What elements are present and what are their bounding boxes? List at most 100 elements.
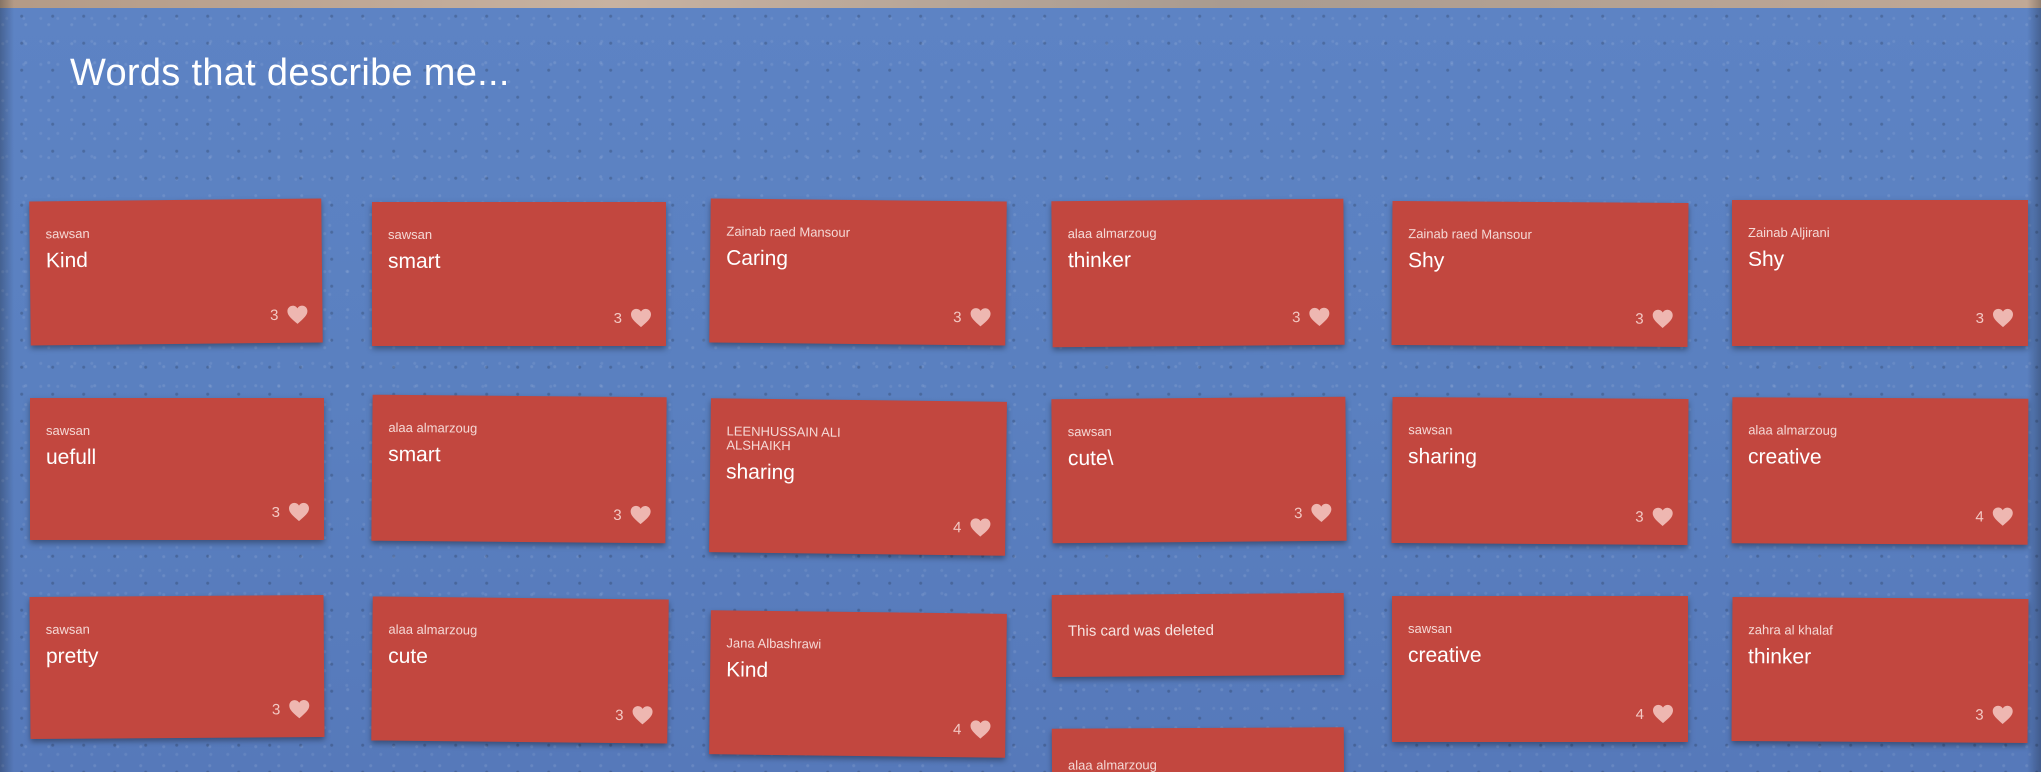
- like-control[interactable]: 3: [1976, 308, 2014, 328]
- card-author: LEENHUSSAIN ALI ALSHAIKH: [726, 423, 841, 454]
- card-author: sawsan: [1408, 621, 1453, 636]
- card-word: creative: [1408, 644, 1482, 667]
- card-author: Zainab raed Mansour: [726, 223, 851, 240]
- like-count: 3: [1293, 504, 1303, 522]
- card-word: pretty: [45, 644, 99, 668]
- heart-icon[interactable]: [1992, 507, 2014, 527]
- post-card[interactable]: alaa almarzoug thinker 3: [1051, 198, 1345, 348]
- card-word: thinker: [1748, 645, 1812, 669]
- heart-icon[interactable]: [1308, 307, 1330, 327]
- like-count: 3: [1975, 706, 1984, 724]
- card-word: smart: [388, 442, 441, 467]
- like-control[interactable]: 3: [614, 308, 652, 328]
- card-word: uefull: [46, 446, 97, 469]
- heart-icon[interactable]: [1652, 309, 1674, 329]
- card-word: Kind: [726, 658, 769, 682]
- heart-icon[interactable]: [630, 505, 652, 525]
- like-count: 3: [615, 706, 624, 724]
- post-card[interactable]: Jana Albashrawi Kind 4: [709, 610, 1007, 758]
- post-card[interactable]: Zainab raed Mansour Caring 3: [709, 198, 1007, 346]
- like-control[interactable]: 3: [613, 505, 652, 525]
- card-word: Shy: [1408, 249, 1445, 273]
- like-control[interactable]: 3: [272, 699, 310, 719]
- heart-icon[interactable]: [1652, 704, 1674, 724]
- like-control[interactable]: 4: [953, 719, 992, 739]
- like-control[interactable]: 3: [953, 307, 992, 327]
- like-control[interactable]: 3: [1975, 705, 2013, 725]
- like-control[interactable]: 3: [615, 705, 654, 725]
- like-control[interactable]: 4: [1975, 507, 2013, 527]
- post-card[interactable]: sawsan pretty 3: [29, 594, 325, 740]
- heart-icon[interactable]: [288, 699, 310, 719]
- board-title: Words that describe me...: [70, 52, 510, 94]
- like-count: 3: [1635, 508, 1644, 526]
- like-count: 3: [613, 309, 622, 327]
- post-card[interactable]: alaa almarzoug: [1051, 727, 1345, 772]
- like-count: 3: [1975, 309, 1984, 327]
- like-count: 3: [271, 700, 281, 718]
- card-word: Shy: [1748, 248, 1785, 271]
- card-author: sawsan: [1067, 423, 1112, 440]
- heart-icon[interactable]: [969, 307, 991, 327]
- like-count: 3: [271, 503, 280, 521]
- like-count: 4: [953, 720, 962, 738]
- like-control[interactable]: 4: [1636, 704, 1674, 724]
- card-author: sawsan: [388, 227, 433, 242]
- like-control[interactable]: 4: [953, 517, 992, 537]
- heart-icon[interactable]: [1652, 507, 1674, 527]
- post-card[interactable]: sawsan smart 3: [372, 202, 666, 346]
- post-card[interactable]: sawsan cute\ 3: [1051, 396, 1347, 544]
- like-control[interactable]: 3: [1635, 309, 1673, 329]
- like-count: 4: [952, 518, 962, 536]
- like-count: 3: [1635, 310, 1644, 328]
- heart-icon[interactable]: [969, 517, 991, 537]
- card-word: Caring: [726, 246, 789, 271]
- card-author: sawsan: [46, 423, 91, 438]
- card-author: Jana Albashrawi: [726, 635, 822, 652]
- post-card[interactable]: alaa almarzoug cute 3: [371, 596, 669, 744]
- post-card[interactable]: zahra al khalaf thinker 3: [1731, 596, 2029, 744]
- heart-icon[interactable]: [286, 305, 308, 325]
- heart-icon[interactable]: [969, 719, 991, 739]
- top-border: [0, 0, 2041, 8]
- deleted-card-text: This card was deleted: [1067, 621, 1214, 640]
- card-word: cute: [388, 644, 428, 669]
- post-card[interactable]: alaa almarzoug smart 3: [371, 394, 667, 544]
- post-card[interactable]: sawsan creative 4: [1392, 596, 1688, 742]
- like-control[interactable]: 3: [1292, 307, 1331, 327]
- like-control[interactable]: 3: [1635, 507, 1673, 527]
- like-count: 3: [953, 308, 962, 326]
- heart-icon[interactable]: [288, 502, 310, 522]
- card-word: thinker: [1067, 248, 1132, 273]
- like-count: 3: [270, 306, 279, 324]
- post-card[interactable]: sawsan sharing 3: [1391, 396, 1689, 546]
- card-author: alaa almarzoug: [1067, 757, 1157, 772]
- like-count: 4: [1635, 705, 1644, 723]
- post-card[interactable]: Zainab Aljirani Shy 3: [1732, 200, 2028, 346]
- like-count: 4: [1975, 508, 1984, 526]
- card-author: sawsan: [1408, 422, 1453, 438]
- post-card[interactable]: LEENHUSSAIN ALI ALSHAIKH sharing 4: [709, 398, 1007, 556]
- left-edge-shade: [0, 0, 14, 772]
- like-control[interactable]: 3: [270, 305, 309, 325]
- card-word: Kind: [45, 248, 89, 273]
- card-author: alaa almarzoug: [388, 419, 478, 436]
- post-card[interactable]: sawsan Kind 3: [29, 198, 323, 346]
- heart-icon[interactable]: [1310, 503, 1332, 523]
- like-control[interactable]: 3: [1294, 503, 1333, 523]
- like-control[interactable]: 3: [272, 502, 310, 522]
- heart-icon[interactable]: [1992, 705, 2014, 725]
- card-word: smart: [388, 250, 441, 273]
- post-card[interactable]: Zainab raed Mansour Shy 3: [1391, 200, 1689, 348]
- card-author: Zainab raed Mansour: [1408, 226, 1532, 242]
- heart-icon[interactable]: [631, 705, 653, 725]
- heart-icon[interactable]: [1992, 308, 2014, 328]
- card-author: alaa almarzoug: [1748, 422, 1838, 438]
- card-word: sharing: [1408, 445, 1478, 469]
- heart-icon[interactable]: [630, 308, 652, 328]
- like-count: 3: [613, 506, 622, 524]
- card-author: Zainab Aljirani: [1748, 225, 1830, 240]
- post-card[interactable]: alaa almarzoug creative 4: [1731, 397, 2029, 545]
- right-edge-shade: [2027, 0, 2041, 772]
- post-card[interactable]: sawsan uefull 3: [30, 398, 324, 540]
